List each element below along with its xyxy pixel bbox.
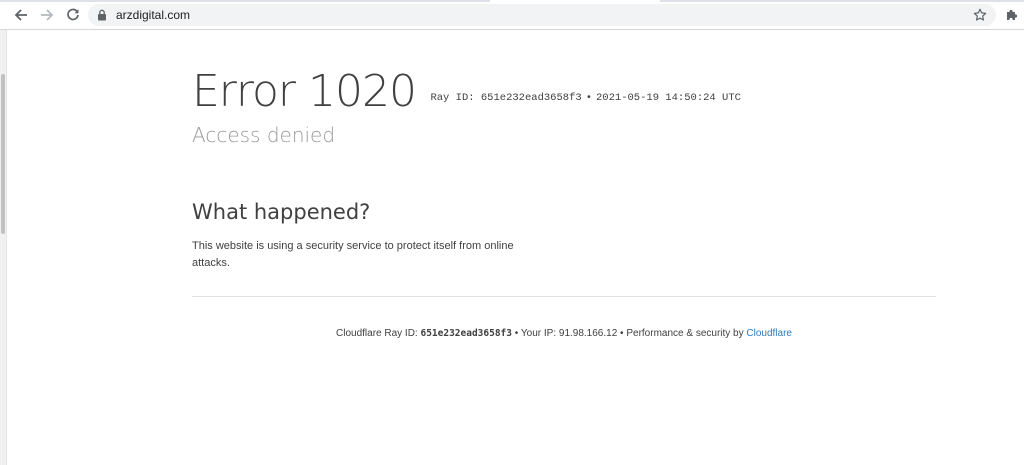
forward-button[interactable]: [37, 5, 57, 25]
error-subtitle: Access denied: [192, 123, 336, 147]
footer-ray-prefix: Cloudflare Ray ID:: [336, 328, 421, 339]
address-bar[interactable]: arzdigital.com: [88, 4, 996, 26]
back-button[interactable]: [11, 5, 31, 25]
section-body: This website is using a security service…: [192, 240, 514, 269]
url-text[interactable]: arzdigital.com: [116, 8, 190, 22]
browser-toolbar: arzdigital.com: [0, 0, 1024, 30]
reload-icon: [67, 8, 79, 21]
ray-separator: •: [585, 92, 592, 104]
bookmark-button[interactable]: [972, 7, 988, 23]
ray-line: Ray ID: 651e232ead3658f3 • 2021-05-19 14:5…: [430, 92, 740, 104]
scrollbar[interactable]: [0, 30, 7, 465]
footer: Cloudflare Ray ID: 651e232ead3658f3 • Yo…: [192, 328, 936, 339]
title-row: Error 1020 Ray ID: 651e232ead3658f3 • 2021…: [192, 66, 741, 118]
footer-perf-text: Performance & security by: [626, 328, 747, 339]
error-title: Error 1020: [192, 66, 417, 117]
footer-separator: •: [617, 328, 627, 339]
ray-id: Ray ID: 651e232ead3658f3: [430, 92, 582, 104]
lock-icon[interactable]: [96, 9, 108, 21]
scrollbar-thumb[interactable]: [1, 74, 5, 234]
arrow-left-icon: [14, 9, 27, 21]
footer-separator: •: [512, 328, 521, 339]
arrow-right-icon: [41, 9, 54, 21]
browser-window: arzdigital.com Error 1020 Ray ID: 651e23…: [0, 0, 1024, 465]
section-heading: What happened?: [192, 200, 371, 224]
tab-strip-edge: [0, 0, 1024, 2]
cloudflare-link[interactable]: Cloudflare: [746, 328, 792, 339]
footer-ip: Your IP: 91.98.166.12: [520, 328, 618, 339]
puzzle-icon[interactable]: [1004, 7, 1020, 23]
timestamp: 2021-05-19 14:50:24 UTC: [596, 92, 741, 104]
divider: [192, 296, 936, 297]
star-icon: [973, 8, 987, 21]
footer-ray-id: 651e232ead3658f3: [420, 328, 512, 339]
reload-button[interactable]: [63, 5, 83, 25]
